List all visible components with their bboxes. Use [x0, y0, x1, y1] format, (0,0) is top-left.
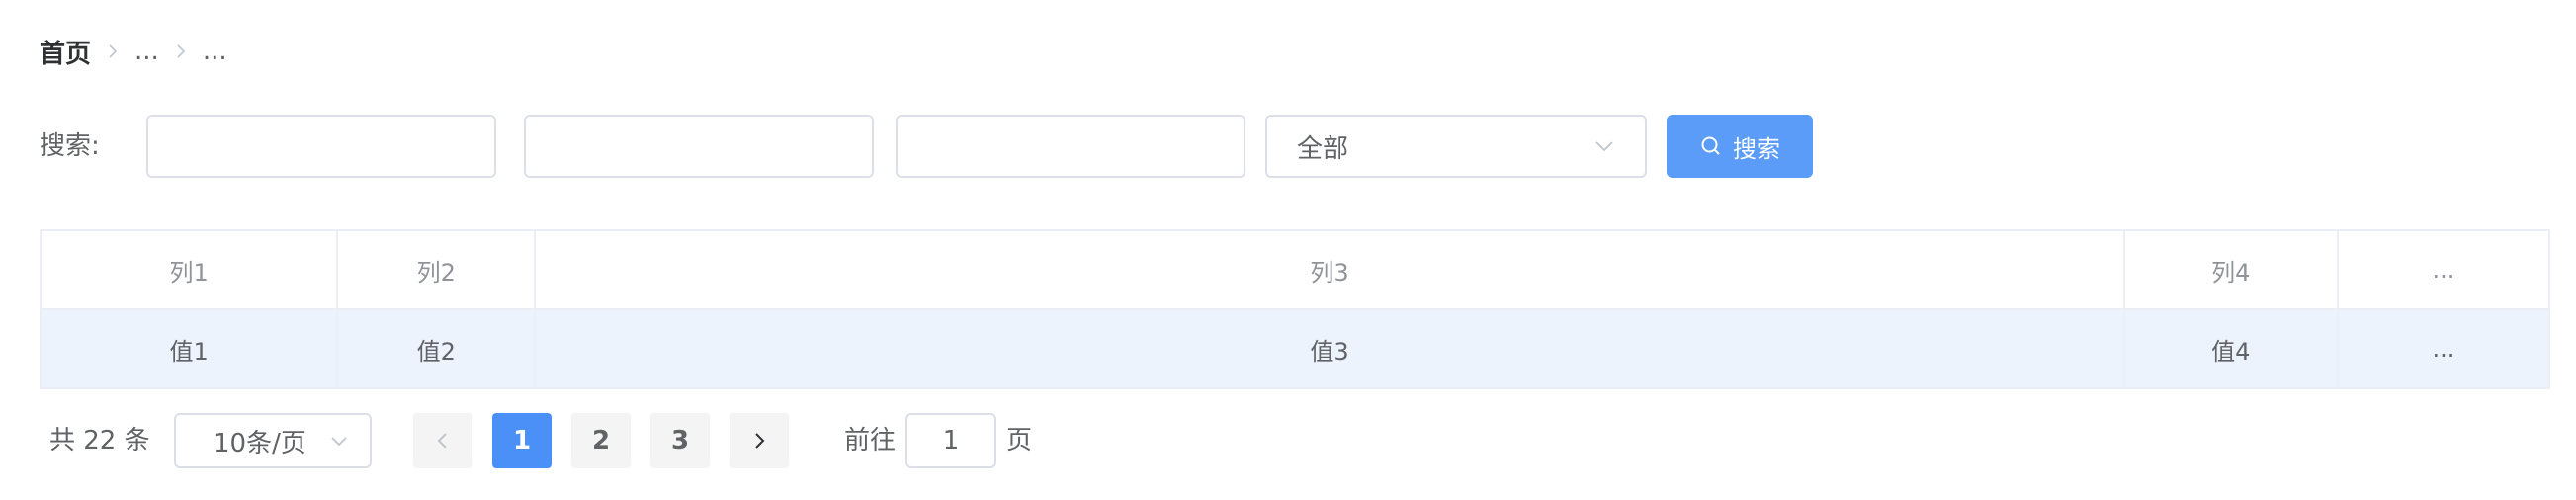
breadcrumb-item: ...	[202, 37, 227, 66]
chevron-right-icon	[91, 30, 134, 73]
search-button[interactable]: 搜索	[1667, 115, 1813, 178]
chevron-down-icon	[331, 437, 347, 447]
table-cell: 值3	[534, 308, 2125, 389]
search-input-3[interactable]	[896, 115, 1245, 178]
goto-label: 前往	[844, 426, 897, 456]
data-table: 列1 列2 列3 列4 ... 值1 值2 值3 值4 ...	[39, 229, 2551, 389]
table-cell: 值4	[2122, 308, 2339, 389]
next-page-button[interactable]	[730, 413, 789, 468]
page-size-value: 10条/页	[214, 428, 306, 458]
prev-page-button[interactable]	[413, 413, 472, 468]
table-cell: 值1	[39, 308, 339, 389]
table-cell: ...	[2336, 308, 2551, 389]
table-header-row: 列1 列2 列3 列4 ...	[39, 229, 2551, 310]
chevron-down-icon	[1595, 141, 1613, 152]
filter-select-value: 全部	[1297, 133, 1349, 164]
breadcrumb-item-home[interactable]: 首页	[40, 34, 91, 70]
page-button-3[interactable]: 3	[650, 413, 710, 468]
table-row[interactable]: 值1 值2 值3 值4 ...	[39, 308, 2551, 389]
search-label: 搜索:	[40, 131, 100, 161]
breadcrumb-item[interactable]: ...	[134, 37, 159, 66]
page-button-1[interactable]: 1	[492, 413, 552, 468]
chevron-right-icon	[755, 433, 765, 449]
column-header-4[interactable]: 列4	[2122, 229, 2339, 310]
chevron-left-icon	[437, 433, 447, 449]
search-icon	[1701, 136, 1720, 155]
goto-page-input[interactable]	[905, 413, 996, 468]
column-header-1[interactable]: 列1	[39, 229, 339, 310]
filter-select[interactable]: 全部	[1265, 115, 1647, 178]
pagination: 共 22 条 10条/页 1 2 3 前往 页	[40, 413, 2550, 468]
column-header-2[interactable]: 列2	[336, 229, 537, 310]
pagination-total: 共 22 条	[49, 426, 150, 456]
breadcrumb: 首页 ... ...	[40, 30, 227, 73]
goto-suffix: 页	[1006, 426, 1033, 456]
chevron-right-icon	[159, 30, 203, 73]
search-button-label: 搜索	[1733, 134, 1780, 163]
page-size-select[interactable]: 10条/页	[174, 413, 372, 468]
column-header-3[interactable]: 列3	[534, 229, 2125, 310]
search-input-1[interactable]	[146, 115, 496, 178]
page-button-2[interactable]: 2	[571, 413, 631, 468]
column-header-more[interactable]: ...	[2336, 229, 2551, 310]
search-input-2[interactable]	[524, 115, 874, 178]
table-cell: 值2	[336, 308, 537, 389]
